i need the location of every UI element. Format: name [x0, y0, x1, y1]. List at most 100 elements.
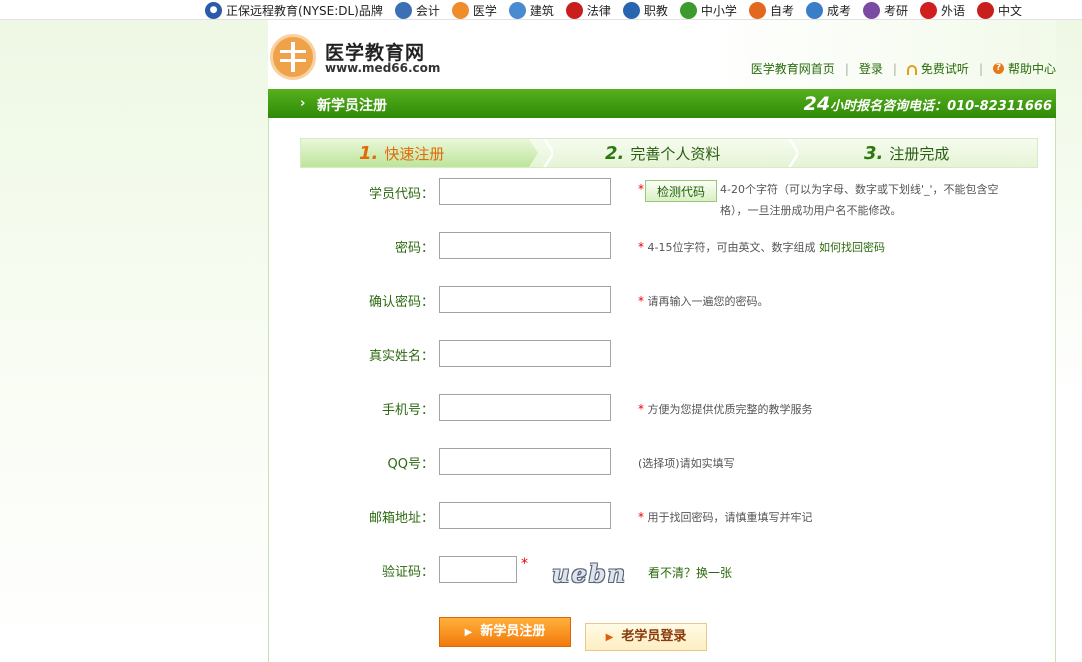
channel-item[interactable]: 医学 [451, 1, 497, 19]
channel-item-label: 会计 [415, 3, 440, 18]
required-mark: * [638, 402, 644, 416]
channel-item[interactable]: 法律 [565, 1, 611, 19]
form-row-confirm-password: 确认密码： * 请再输入一遍您的密码。 [300, 286, 1040, 314]
email-label: 邮箱地址： [368, 511, 434, 526]
forgot-password-link[interactable]: 如何找回密码 [819, 241, 885, 254]
hotline-text: 小时报名咨询电话：010-82311666 [830, 99, 1052, 114]
confirm-password-input[interactable] [439, 286, 611, 313]
channel-item-label: 建筑 [529, 3, 554, 18]
channel-item-label: 中文 [998, 3, 1023, 18]
channel-item-label: 中小学 [700, 3, 737, 18]
email-input[interactable] [439, 502, 611, 529]
qq-input[interactable] [439, 448, 611, 475]
form-row-realname: 真实姓名： [300, 340, 1040, 368]
channel-item[interactable]: 成考 [805, 1, 851, 19]
step-quick-register: 1. 快速注册 [359, 143, 444, 164]
help-link-label: 帮助中心 [1007, 62, 1056, 76]
step-divider [788, 139, 802, 167]
step-number: 2. [605, 143, 625, 164]
captcha-image[interactable]: uebn [552, 559, 627, 588]
qq-hint: (选择项)请如实填写 [638, 457, 735, 470]
realname-label: 真实姓名： [368, 349, 434, 364]
required-mark: * [521, 556, 528, 572]
confirm-password-label: 确认密码： [368, 295, 434, 310]
channel-icon [748, 1, 766, 19]
form-row-qq: QQ号： (选择项)请如实填写 [300, 448, 1040, 476]
divider: | [844, 61, 849, 76]
hotline-number: 24 [803, 93, 831, 115]
channel-icon [622, 1, 640, 19]
channel-item-label: 考研 [883, 3, 908, 18]
trial-link[interactable]: 免费试听 [906, 60, 969, 77]
captcha-input[interactable] [439, 556, 517, 583]
header-links: 医学教育网首页 | 登录 | 免费试听 | ? 帮助中心 [751, 60, 1056, 77]
help-icon: ? [992, 63, 1004, 74]
channel-item[interactable]: 中文 [977, 1, 1023, 19]
chevron-right-icon: › [300, 96, 306, 111]
divider: | [892, 61, 897, 76]
password-hint: * 4-15位字符，可由英文、数字组成 如何找回密码 [638, 239, 885, 255]
code-label: 学员代码： [368, 187, 434, 202]
channel-icon [394, 1, 412, 19]
code-input[interactable] [439, 178, 611, 205]
step-finish: 3. 注册完成 [864, 143, 949, 164]
channel-icon [919, 1, 937, 19]
password-input[interactable] [439, 232, 611, 259]
channel-item-label: 成考 [826, 3, 851, 18]
mobile-label: 手机号： [381, 403, 434, 418]
mobile-input[interactable] [439, 394, 611, 421]
step-complete-profile: 2. 完善个人资料 [605, 143, 720, 164]
confirm-password-hint: * 请再输入一遍您的密码。 [638, 293, 769, 309]
form-row-captcha: 验证码： * uebn 看不清？换一张 [300, 556, 1040, 588]
site-url: www.med66.com [325, 61, 441, 75]
channel-icon [805, 1, 823, 19]
form-row-email: 邮箱地址： * 用于找回密码，请慎重填写并牢记 [300, 502, 1040, 530]
channel-item-label: 职教 [643, 3, 668, 18]
channel-icon [565, 1, 583, 19]
realname-input[interactable] [439, 340, 611, 367]
form-row-mobile: 手机号： * 方便为您提供优质完整的教学服务 [300, 394, 1040, 422]
channel-icon [977, 1, 994, 19]
channel-item[interactable]: 会计 [394, 1, 440, 19]
step-label: 完善个人资料 [630, 145, 721, 163]
form-row-code: 学员代码： * 检测代码 4-20个字符（可以为字母、数字或下划线'_'，不能包… [300, 178, 1040, 217]
channel-item[interactable]: 中小学 [679, 1, 737, 19]
page-title-bar: › 新学员注册 24小时报名咨询电话：010-82311666 [268, 89, 1056, 118]
required-mark: * [638, 182, 644, 196]
refresh-captcha-link[interactable]: 看不清？换一张 [648, 564, 732, 581]
headset-icon [906, 64, 917, 75]
channel-item[interactable]: 考研 [862, 1, 908, 19]
old-student-login-button[interactable]: ▶ 老学员登录 [585, 623, 707, 651]
channel-item[interactable]: 外语 [919, 1, 965, 19]
channel-item-label: 医学 [472, 3, 497, 18]
help-link[interactable]: ? 帮助中心 [992, 60, 1056, 77]
channel-icon [679, 1, 697, 19]
channel-item-label: 法律 [586, 3, 611, 18]
channel-brand[interactable]: ● 正保远程教育(NYSE:DL)品牌 [205, 1, 383, 19]
step-divider [543, 139, 557, 167]
check-code-button[interactable]: 检测代码 [645, 180, 717, 202]
hotline: 24小时报名咨询电话：010-82311666 [804, 93, 1052, 115]
password-hint-text: 4-15位字符，可由英文、数字组成 [647, 241, 816, 254]
step-number: 3. [864, 143, 884, 164]
channel-item[interactable]: 自考 [748, 1, 794, 19]
login-link[interactable]: 登录 [859, 60, 883, 77]
captcha-label: 验证码： [381, 565, 434, 580]
step-label: 快速注册 [384, 145, 445, 163]
page-title: 新学员注册 [317, 98, 387, 114]
page-background-left [0, 20, 268, 662]
new-student-register-button[interactable]: ▶ 新学员注册 [439, 617, 571, 647]
site-logo-icon[interactable] [270, 34, 316, 80]
registration-steps: 1. 快速注册 2. 完善个人资料 3. 注册完成 [300, 138, 1038, 168]
channel-bar: ● 正保远程教育(NYSE:DL)品牌 会计 医学 建筑 法律 职教 中小学 自考 成考 考研 外… [0, 0, 1082, 20]
channel-item[interactable]: 职教 [622, 1, 668, 19]
register-button-label: 新学员注册 [480, 624, 546, 639]
email-hint: * 用于找回密码，请慎重填写并牢记 [638, 509, 813, 525]
required-mark: * [638, 294, 644, 308]
channel-item[interactable]: 建筑 [508, 1, 554, 19]
required-mark: * [638, 510, 644, 524]
home-link[interactable]: 医学教育网首页 [751, 60, 835, 77]
divider: | [978, 61, 983, 76]
code-hint: 4-20个字符（可以为字母、数字或下划线'_'，不能包含空格），一旦注册成功用户… [720, 183, 999, 217]
email-hint-text: 用于找回密码，请慎重填写并牢记 [647, 511, 813, 524]
